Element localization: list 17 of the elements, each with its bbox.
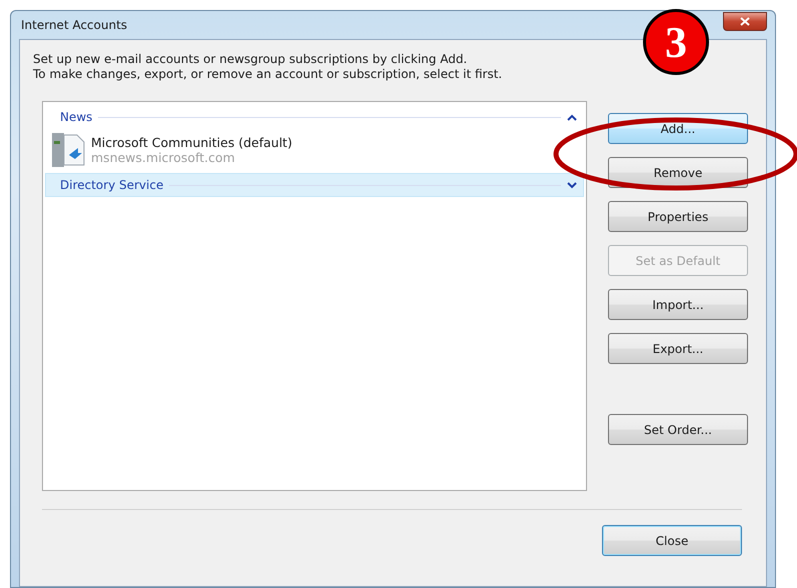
dialog-button[interactable]: Properties [608,201,748,232]
dialog-button[interactable]: Export... [608,333,748,364]
account-name[interactable]: Microsoft Communities (default) [91,135,292,150]
chevron-down-icon[interactable] [567,182,577,188]
instruction-text: Set up new e-mail accounts or newsgroup subscriptions by clicking Add. [33,52,468,67]
dialog-button[interactable]: Import... [608,289,748,320]
window-title: Internet Accounts [20,18,128,32]
dialog-button[interactable]: Set Order... [608,414,748,445]
account-server: msnews.microsoft.com [91,150,236,165]
instruction-text: To make changes, export, or remove an account or subscription, select it first. [33,67,504,82]
close-icon[interactable] [723,12,767,30]
step-badge: 3 [643,9,709,75]
close-button[interactable]: Close [602,525,742,556]
server-icon [51,131,85,169]
group-header[interactable]: Directory Service [45,173,584,197]
group-header[interactable]: News [45,105,584,129]
chevron-up-icon[interactable] [567,114,577,120]
